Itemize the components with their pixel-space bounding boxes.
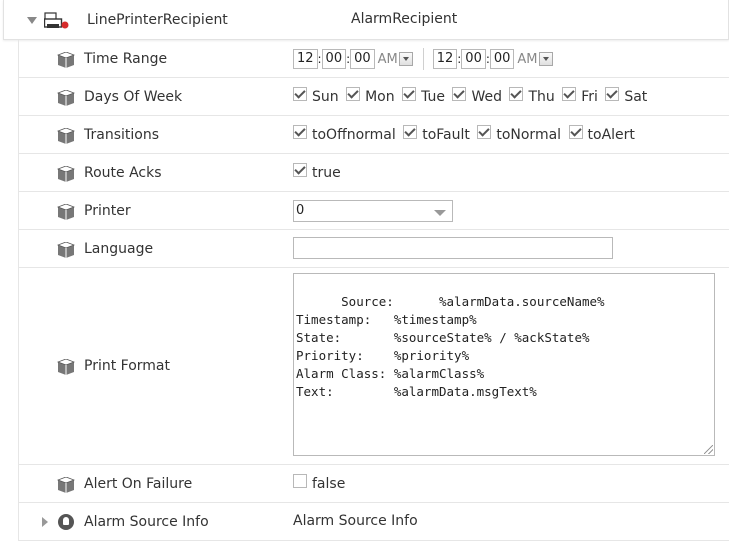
checkbox-wed[interactable] — [452, 87, 467, 101]
row-time-range: Time Range 12:00:00 AM 12:00:00 AM — [18, 40, 729, 78]
alert-on-failure-value: false — [312, 476, 346, 492]
days-of-week-checkboxes: Sun Mon Tue Wed Thu Fri Sat — [293, 85, 650, 105]
start-second-field[interactable]: 00 — [350, 49, 375, 69]
printer-select[interactable]: 0 — [293, 200, 453, 222]
checkbox-mon[interactable] — [346, 87, 361, 101]
label-alert-on-failure: Alert On Failure — [84, 476, 193, 492]
slot-cube-icon — [57, 52, 75, 68]
checkbox-label: Tue — [421, 89, 445, 105]
row-alert-on-failure: Alert On Failure false — [18, 465, 729, 503]
divider — [422, 48, 424, 70]
slot-cube-icon — [57, 204, 75, 220]
component-type: AlarmRecipient — [351, 11, 458, 27]
start-hour-field[interactable]: 12 — [293, 49, 318, 69]
end-second-field[interactable]: 00 — [489, 49, 515, 69]
alert-on-failure-editor: false — [293, 472, 348, 492]
row-printer: Printer 0 — [18, 192, 729, 230]
checkbox-label: Wed — [471, 89, 502, 105]
checkbox-label: toAlert — [587, 127, 635, 143]
row-print-format: Print Format Source: %alarmData.sourceNa… — [18, 268, 729, 465]
checkbox-thu[interactable] — [509, 87, 524, 101]
label-alarm-source-info: Alarm Source Info — [84, 514, 209, 530]
checkbox-label: Sun — [312, 89, 339, 105]
label-days-of-week: Days Of Week — [84, 89, 183, 105]
label-language: Language — [84, 241, 154, 257]
slot-cube-icon — [57, 242, 75, 258]
resize-handle-icon[interactable] — [704, 445, 713, 454]
checkbox-to-offnormal[interactable] — [293, 125, 307, 139]
checkbox-fri[interactable] — [562, 87, 577, 101]
checkbox-sat[interactable] — [605, 87, 620, 101]
row-language: Language — [18, 230, 729, 268]
checkbox-alert-on-failure[interactable] — [293, 474, 307, 488]
checkbox-label: toOffnormal — [312, 127, 396, 143]
checkbox-label: toNormal — [496, 127, 562, 143]
row-days-of-week: Days Of Week Sun Mon Tue Wed Thu Fri Sat — [18, 78, 729, 116]
end-minute-field[interactable]: 00 — [461, 49, 486, 69]
slot-cube-icon — [57, 166, 75, 182]
row-route-acks: Route Acks true — [18, 154, 729, 192]
checkbox-to-normal[interactable] — [477, 125, 492, 139]
checkbox-sun[interactable] — [293, 87, 307, 101]
route-acks-editor: true — [293, 161, 344, 181]
print-format-text: Source: %alarmData.sourceName% Timestamp… — [296, 294, 605, 399]
start-minute-field[interactable]: 00 — [321, 49, 347, 69]
row-transitions: Transitions toOffnormal toFault toNormal… — [18, 116, 729, 154]
print-format-textarea[interactable]: Source: %alarmData.sourceName% Timestamp… — [293, 273, 715, 456]
transitions-checkboxes: toOffnormal toFault toNormal toAlert — [293, 123, 638, 143]
component-name: LinePrinterRecipient — [87, 12, 228, 28]
alarm-bell-icon — [58, 514, 74, 530]
checkbox-label: toFault — [422, 127, 470, 143]
label-print-format: Print Format — [84, 358, 170, 374]
start-ampm-label: AM — [377, 51, 398, 67]
end-ampm-dropdown-button[interactable] — [538, 52, 553, 66]
route-acks-value: true — [312, 165, 341, 181]
chevron-down-icon — [434, 210, 446, 216]
alarm-source-info-value: Alarm Source Info — [293, 513, 418, 529]
row-alarm-source-info: Alarm Source Info Alarm Source Info — [18, 503, 729, 541]
language-input[interactable] — [293, 237, 613, 259]
end-hour-field[interactable]: 12 — [432, 49, 458, 69]
slot-cube-icon — [57, 90, 75, 106]
checkbox-to-alert[interactable] — [568, 125, 583, 139]
checkbox-to-fault[interactable] — [403, 125, 418, 139]
line-printer-icon — [44, 12, 69, 29]
label-route-acks: Route Acks — [84, 165, 162, 181]
slot-cube-icon — [57, 477, 75, 493]
checkbox-tue[interactable] — [402, 87, 417, 101]
checkbox-label: Mon — [365, 89, 395, 105]
end-ampm-label: AM — [517, 51, 538, 67]
start-ampm-dropdown-button[interactable] — [398, 52, 413, 66]
label-printer: Printer — [84, 203, 131, 219]
checkbox-label: Sat — [624, 89, 648, 105]
label-time-range: Time Range — [84, 51, 168, 67]
label-transitions: Transitions — [84, 127, 159, 143]
checkbox-label: Fri — [581, 89, 598, 105]
printer-selected-value: 0 — [296, 203, 305, 218]
checkbox-route-acks[interactable] — [293, 163, 307, 177]
time-range-editor: 12:00:00 AM 12:00:00 AM — [293, 48, 553, 70]
slot-cube-icon — [57, 359, 75, 375]
slot-cube-icon — [57, 128, 75, 144]
collapse-triangle-icon[interactable] — [27, 17, 37, 24]
checkbox-label: Thu — [528, 89, 555, 105]
expand-triangle-icon[interactable] — [42, 517, 48, 527]
component-header: LinePrinterRecipient AlarmRecipient — [3, 0, 729, 40]
